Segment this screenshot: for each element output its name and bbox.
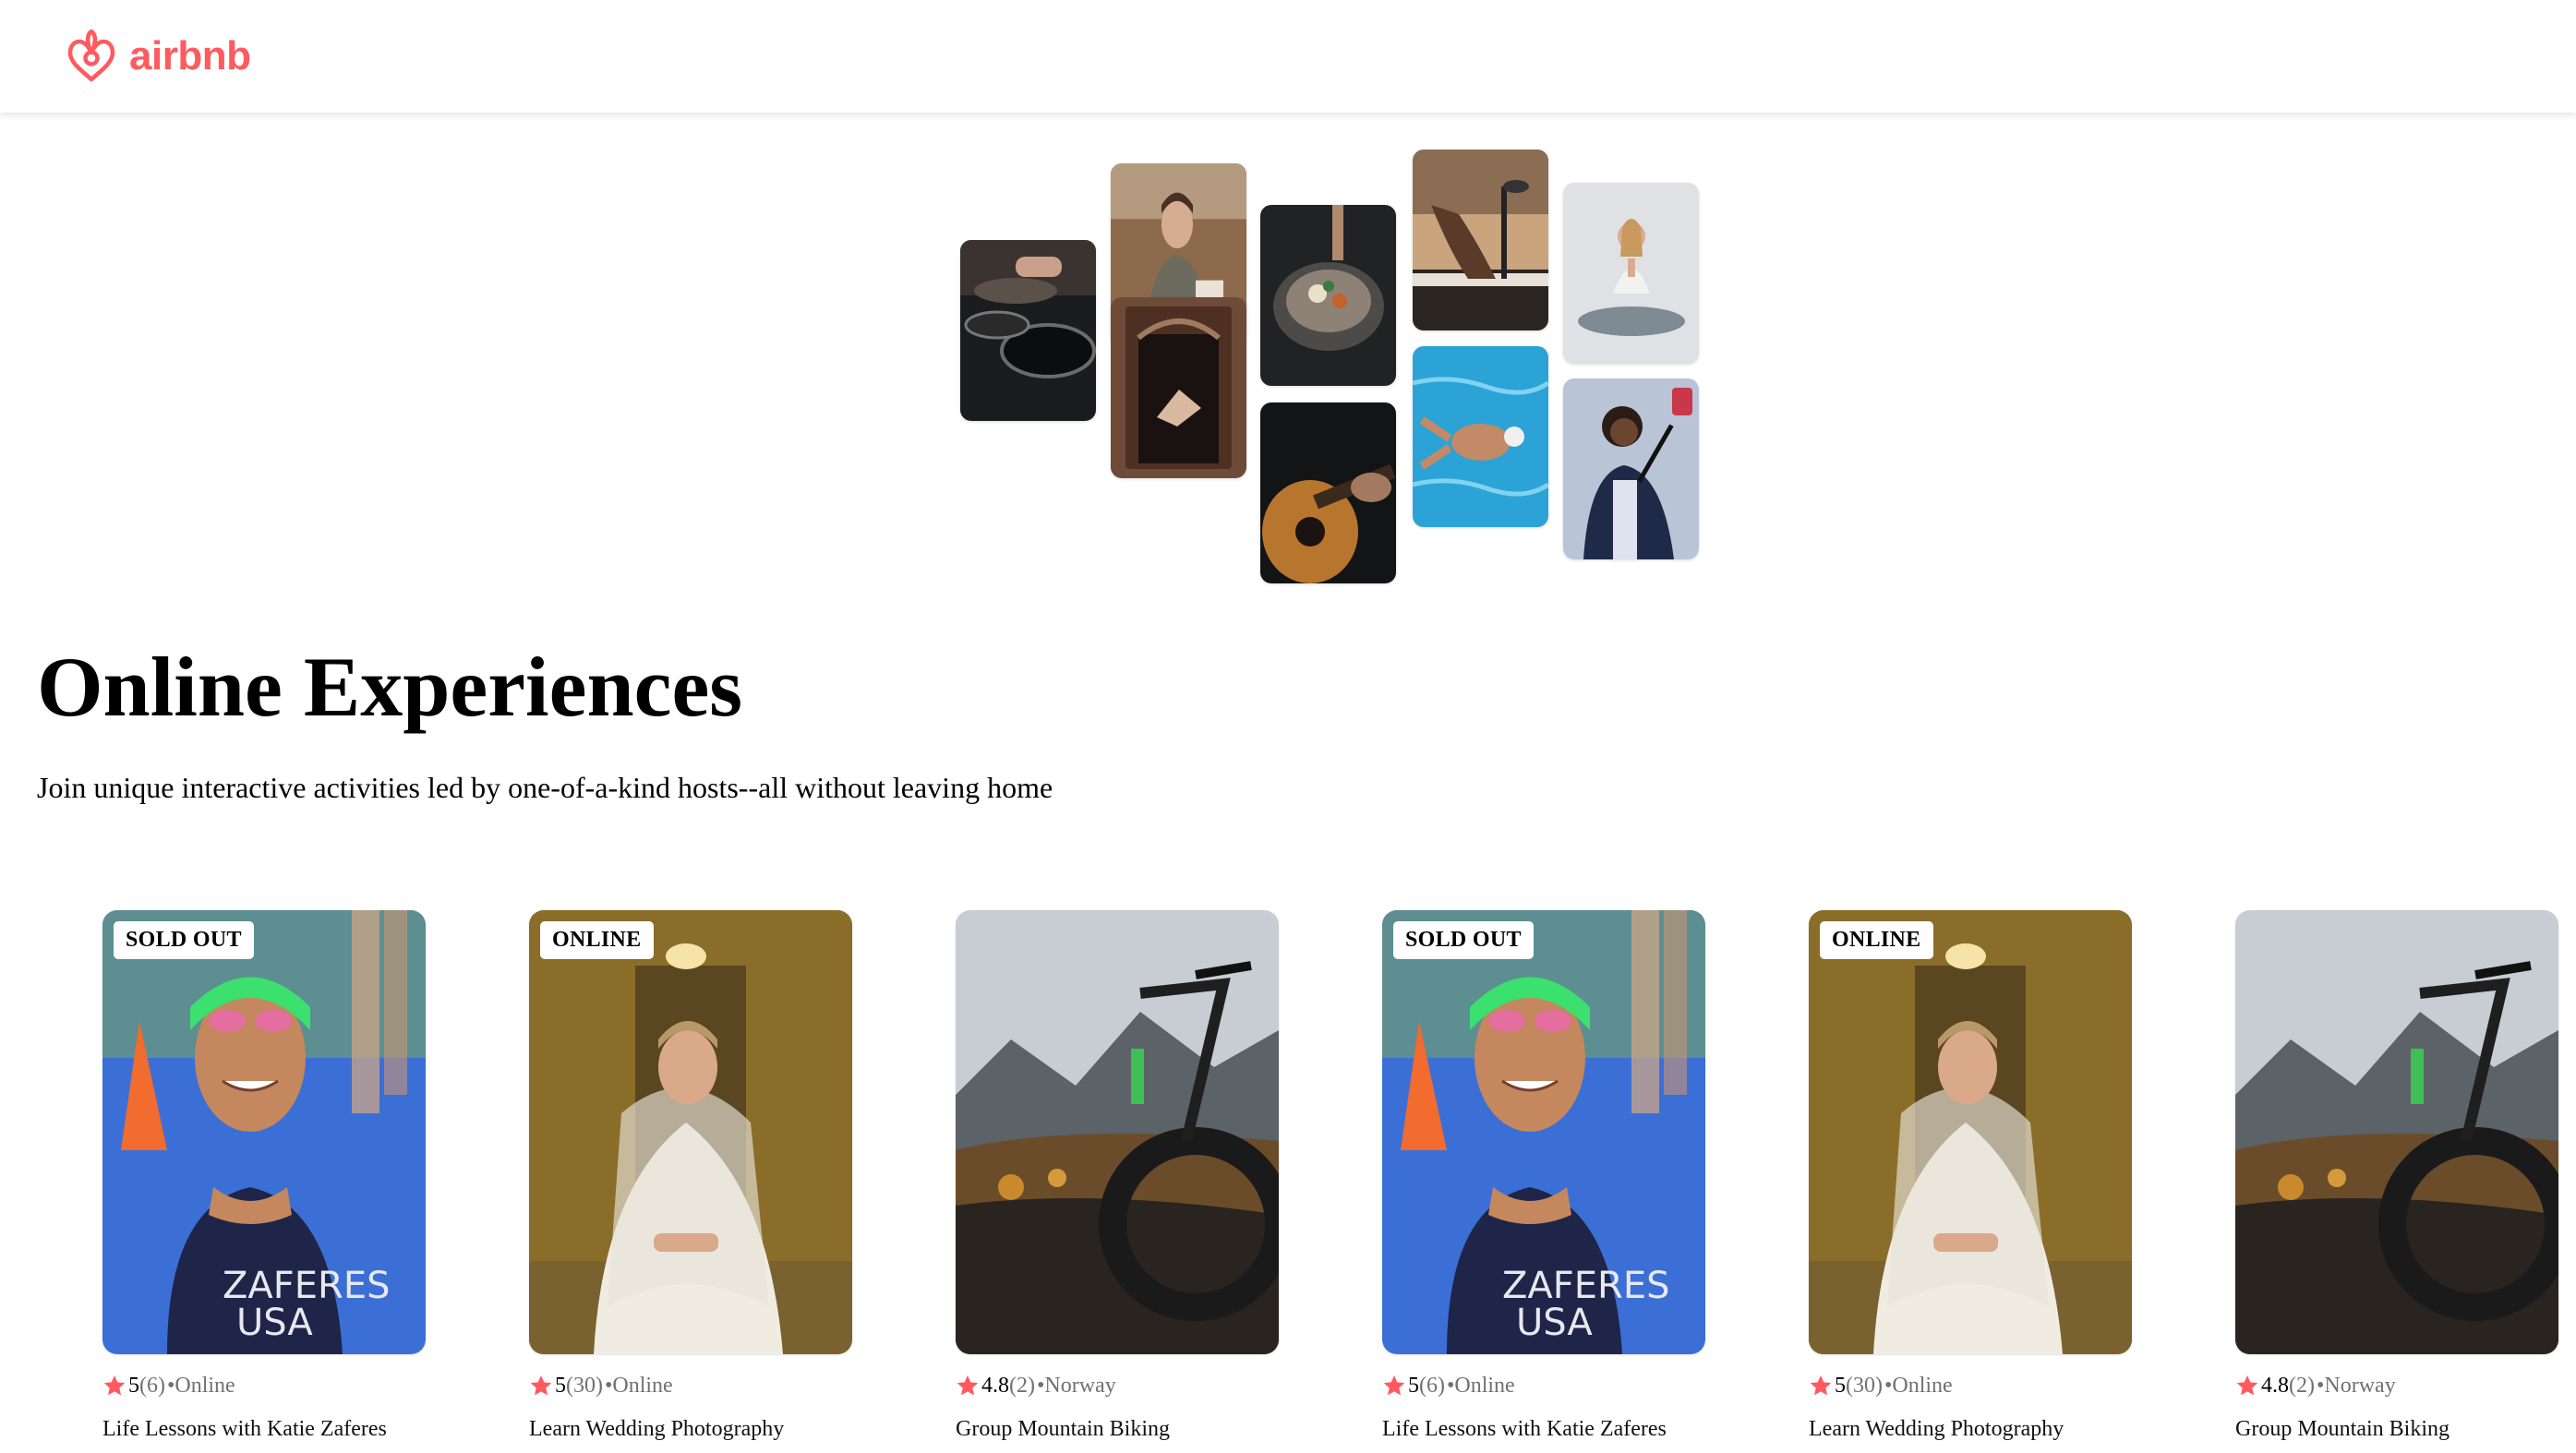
card-separator: • [1884,1373,1893,1398]
collage-photo-food-bowl [1260,205,1396,386]
card-badge: ONLINE [1820,921,1933,959]
experience-card[interactable]: ONLINE 5 (30) • Online Learn Wedding Pho… [1809,910,2132,1442]
collage-photo-swimmer [1413,346,1548,527]
card-reviews: (6) [1419,1373,1445,1398]
card-location: Norway [2324,1373,2396,1398]
collage-photo-singer [1563,378,1699,559]
card-title[interactable]: Group Mountain Biking [2235,1417,2558,1442]
page-title: Online Experiences [37,640,743,734]
svg-text:USA: USA [1516,1302,1593,1344]
card-rating: 5 [1408,1373,1419,1398]
experience-card[interactable]: 4.8 (2) • Norway Group Mountain Biking [2235,910,2558,1442]
card-title[interactable]: Learn Wedding Photography [1809,1417,2132,1442]
card-badge: ONLINE [540,921,654,959]
collage-photo-guitar [1260,402,1396,583]
experience-photo-triathlete: ZAFERES USA SOLD OUT [1382,910,1705,1354]
star-icon [530,1375,552,1396]
card-stats: 5 (6) • Online [1382,1371,1705,1400]
brand-name: airbnb [129,33,251,78]
star-icon [1383,1375,1405,1396]
card-title[interactable]: Life Lessons with Katie Zaferes [102,1417,426,1442]
card-location: Online [612,1373,673,1398]
experience-photo-bike [956,910,1279,1354]
airbnb-logo[interactable]: airbnb [65,18,251,94]
experience-card[interactable]: ONLINE 5 (30) • Online Learn Wedding Pho… [529,910,852,1442]
card-location: Norway [1044,1373,1116,1398]
card-separator: • [166,1373,175,1398]
experience-card[interactable]: ZAFERES USA SOLD OUT 5 (6) • Online Life… [1382,910,1705,1442]
airbnb-belo-logo-icon [67,29,115,82]
card-stats: 5 (30) • Online [1809,1371,2132,1400]
card-reviews: (30) [566,1373,603,1398]
card-rating: 4.8 [981,1373,1009,1398]
card-rating: 5 [555,1373,566,1398]
card-separator: • [604,1373,613,1398]
collage-photo-cooking [960,240,1096,421]
card-reviews: (2) [1009,1373,1035,1398]
collage-photo-doorway [1111,297,1246,478]
star-icon [103,1375,126,1396]
collage-photo-piano-mic [1413,150,1548,330]
star-icon [2236,1375,2258,1396]
card-stats: 5 (6) • Online [102,1371,426,1400]
card-title[interactable]: Life Lessons with Katie Zaferes [1382,1417,1705,1442]
card-location: Online [1454,1373,1515,1398]
experience-cards-row: ZAFERES USA SOLD OUT 5 (6) • Online Life… [0,910,2576,1453]
star-icon [1810,1375,1832,1396]
experience-card[interactable]: ZAFERES USA SOLD OUT 5 (6) • Online Life… [102,910,426,1442]
card-badge: SOLD OUT [114,921,254,959]
experience-photo-triathlete: ZAFERES USA SOLD OUT [102,910,426,1354]
page-subtitle: Join unique interactive activities led b… [37,771,1053,804]
card-separator: • [1446,1373,1455,1398]
card-location: Online [175,1373,235,1398]
card-badge: SOLD OUT [1393,921,1534,959]
card-reviews: (30) [1846,1373,1883,1398]
card-stats: 4.8 (2) • Norway [2235,1371,2558,1400]
experience-photo-bride: ONLINE [1809,910,2132,1354]
experience-photo-bride: ONLINE [529,910,852,1354]
card-separator: • [1036,1373,1045,1398]
card-stats: 5 (30) • Online [529,1371,852,1400]
collage-photo-yoga [1563,183,1699,364]
card-rating: 5 [1835,1373,1846,1398]
svg-text:USA: USA [236,1302,313,1344]
card-reviews: (2) [2289,1373,2315,1398]
experience-photo-bike [2235,910,2558,1354]
card-rating: 4.8 [2261,1373,2289,1398]
star-icon [957,1375,979,1396]
card-location: Online [1892,1373,1953,1398]
card-separator: • [2316,1373,2325,1398]
card-title[interactable]: Group Mountain Biking [956,1417,1279,1442]
card-title[interactable]: Learn Wedding Photography [529,1417,852,1442]
navbar: airbnb [0,0,2576,113]
card-stats: 4.8 (2) • Norway [956,1371,1279,1400]
card-reviews: (6) [139,1373,165,1398]
experience-card[interactable]: 4.8 (2) • Norway Group Mountain Biking [956,910,1279,1442]
card-rating: 5 [128,1373,139,1398]
